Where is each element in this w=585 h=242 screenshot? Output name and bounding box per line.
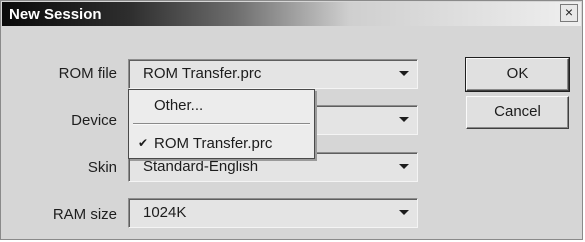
ram-size-label: RAM size — [52, 206, 117, 223]
chevron-down-icon — [399, 164, 409, 169]
chevron-down-icon — [399, 117, 409, 122]
device-label: Device — [71, 112, 117, 129]
dropdown-item-other[interactable]: Other... — [129, 94, 314, 116]
dropdown-item-rom-transfer[interactable]: ✔ ROM Transfer.prc — [129, 132, 314, 154]
skin-label: Skin — [87, 159, 117, 176]
ram-size-value: 1024K — [143, 204, 187, 221]
rom-file-value: ROM Transfer.prc — [143, 65, 262, 82]
rom-file-dropdown: Other... ✔ ROM Transfer.prc — [128, 89, 315, 159]
dropdown-item-label: Other... — [154, 97, 204, 114]
cancel-button[interactable]: Cancel — [466, 96, 569, 129]
close-button[interactable]: × — [560, 4, 578, 22]
checkmark-icon: ✔ — [138, 136, 149, 150]
chevron-down-icon — [399, 210, 409, 215]
rom-file-select[interactable]: ROM Transfer.prc — [128, 59, 418, 89]
window-title: New Session — [9, 6, 102, 23]
rom-file-label: ROM file — [58, 65, 117, 82]
ok-button[interactable]: OK — [465, 57, 570, 92]
close-icon: × — [564, 4, 574, 20]
new-session-dialog: New Session × ROM file ROM Transfer.prc … — [0, 0, 583, 240]
ram-size-select[interactable]: 1024K — [128, 198, 418, 228]
chevron-down-icon — [399, 71, 409, 76]
dropdown-separator — [133, 123, 310, 125]
dropdown-item-label: ROM Transfer.prc — [154, 135, 273, 152]
title-bar[interactable]: New Session × — [2, 2, 581, 26]
skin-value: Standard-English — [143, 158, 259, 175]
